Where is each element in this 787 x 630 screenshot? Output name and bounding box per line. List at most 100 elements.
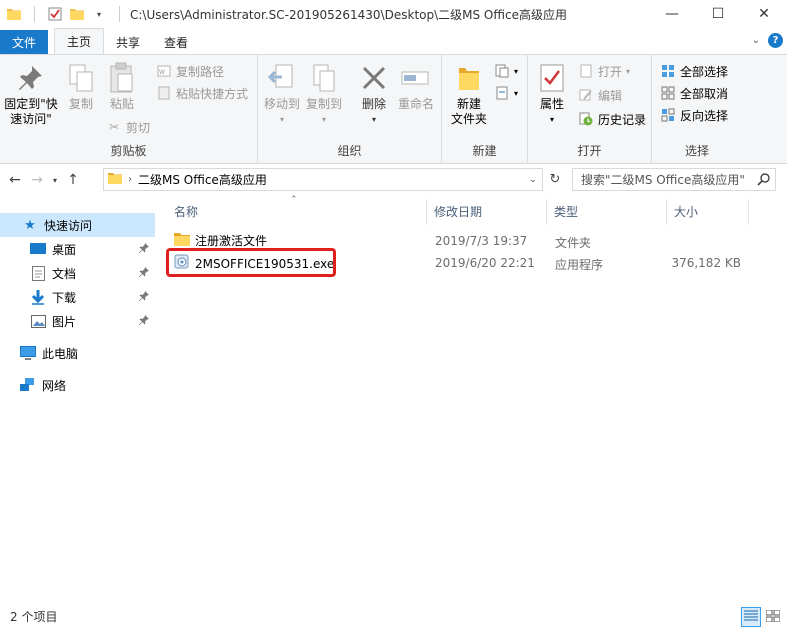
pin-icon	[15, 61, 47, 95]
invert-selection-icon	[660, 107, 676, 123]
paste-button[interactable]: 粘贴	[102, 61, 142, 112]
new-folder-icon[interactable]	[69, 6, 85, 22]
tab-home[interactable]: 主页	[54, 28, 105, 54]
large-icons-view-icon	[765, 609, 781, 625]
clipboard-group-label: 剪贴板	[110, 144, 147, 158]
scissors-icon: ✂	[108, 120, 120, 134]
column-divider[interactable]	[748, 199, 749, 225]
rename-icon	[400, 61, 432, 95]
open-button[interactable]: 打开 ▾	[578, 61, 630, 81]
highlight-annotation	[166, 248, 336, 277]
copy-path-icon: W	[156, 63, 172, 79]
large-icons-view-button[interactable]	[763, 607, 783, 627]
file-size: 376,182 KB	[671, 256, 741, 270]
folder-icon	[174, 232, 190, 249]
properties-button[interactable]: 属性 ▾	[532, 61, 572, 127]
pin-icon	[139, 314, 149, 328]
new-folder-icon	[453, 61, 485, 95]
select-none-icon	[660, 85, 676, 101]
quick-access-toolbar: ▾	[0, 6, 126, 22]
cut-button[interactable]: ✂ 剪切	[106, 117, 150, 137]
refresh-button[interactable]: ↻	[545, 168, 565, 191]
address-bar[interactable]: › 二级MS Office高级应用 ⌄	[103, 168, 543, 191]
copy-button[interactable]: 复制	[62, 61, 100, 112]
breadcrumb-current[interactable]: 二级MS Office高级应用	[138, 171, 267, 188]
pin-icon	[139, 266, 149, 280]
column-header-type[interactable]: 类型	[546, 195, 666, 227]
close-button[interactable]: ✕	[741, 0, 787, 28]
pin-quick-access-button[interactable]: 固定到"快 速访问"	[2, 61, 60, 127]
nav-downloads[interactable]: 下载	[0, 285, 155, 309]
pin-icon	[139, 290, 149, 304]
clipboard-group: 固定到"快 速访问" 复制 粘贴 W 复制路径 粘贴快捷方式 ✂ 剪切 剪贴板	[0, 55, 258, 163]
maximize-button[interactable]: ☐	[695, 0, 741, 28]
copy-path-button[interactable]: W 复制路径	[156, 61, 224, 81]
help-icon[interactable]: ?	[768, 33, 783, 48]
copy-icon	[65, 61, 97, 95]
select-all-icon	[660, 63, 676, 79]
computer-icon	[20, 345, 36, 361]
svg-text:W: W	[159, 69, 165, 76]
open-group-label: 打开	[577, 144, 602, 158]
paste-shortcut-button[interactable]: 粘贴快捷方式	[156, 83, 248, 103]
nav-desktop[interactable]: 桌面	[0, 237, 155, 261]
ribbon: 固定到"快 速访问" 复制 粘贴 W 复制路径 粘贴快捷方式 ✂ 剪切 剪贴板	[0, 54, 787, 164]
details-view-button[interactable]	[741, 607, 761, 627]
move-to-icon	[266, 61, 298, 95]
back-button[interactable]: ←	[4, 169, 26, 191]
delete-button[interactable]: 删除 ▾	[356, 61, 392, 127]
easy-access-icon	[494, 85, 510, 101]
tab-view[interactable]: 查看	[152, 30, 200, 54]
column-header-name[interactable]: 名称	[166, 195, 426, 227]
nav-pictures[interactable]: 图片	[0, 309, 155, 333]
nav-network[interactable]: 网络	[0, 373, 155, 397]
address-dropdown-icon[interactable]: ⌄	[524, 169, 542, 190]
properties-icon[interactable]	[47, 6, 63, 22]
minimize-button[interactable]: —	[649, 0, 695, 28]
history-button[interactable]: 历史记录	[578, 109, 646, 129]
select-none-button[interactable]: 全部取消	[660, 83, 728, 103]
recent-locations-button[interactable]: ▾	[48, 169, 62, 191]
navigation-pane: ★ 快速访问 桌面 文档 下载 图片 此电脑 网络	[0, 195, 155, 600]
arrow-up-icon: ↑	[67, 172, 79, 188]
arrow-right-icon: →	[31, 172, 43, 188]
divider	[34, 6, 35, 22]
tab-share[interactable]: 共享	[104, 30, 152, 54]
move-to-button[interactable]: 移动到 ▾	[262, 61, 302, 127]
tab-file[interactable]: 文件	[0, 30, 48, 54]
breadcrumb-separator-icon[interactable]: ›	[128, 174, 132, 185]
select-all-button[interactable]: 全部选择	[660, 61, 728, 81]
new-item-button[interactable]: ▾	[494, 61, 518, 81]
title-bar: ▾ C:\Users\Administrator.SC-201905261430…	[0, 0, 787, 28]
desktop-icon	[30, 241, 46, 257]
new-group: 新建 文件夹 ▾ ▾ 新建	[442, 55, 528, 163]
copy-to-button[interactable]: 复制到 ▾	[304, 61, 344, 127]
easy-access-button[interactable]: ▾	[494, 83, 518, 103]
nav-quick-access[interactable]: ★ 快速访问	[0, 213, 155, 237]
file-modified: 2019/7/3 19:37	[435, 234, 528, 248]
invert-selection-button[interactable]: 反向选择	[660, 105, 728, 125]
customize-dropdown-icon[interactable]: ▾	[91, 6, 107, 22]
up-button[interactable]: ↑	[62, 169, 84, 191]
forward-button[interactable]: →	[26, 169, 48, 191]
new-folder-button[interactable]: 新建 文件夹	[446, 61, 492, 127]
pin-icon	[139, 242, 149, 256]
expand-ribbon-icon[interactable]: ⌄	[752, 35, 760, 46]
edit-button[interactable]: 编辑	[578, 85, 622, 105]
search-input[interactable]: 搜索"二级MS Office高级应用"	[572, 168, 776, 191]
organize-group-label: 组织	[337, 144, 362, 158]
arrow-left-icon: ←	[9, 172, 21, 188]
column-header-modified[interactable]: 修改日期	[426, 195, 546, 227]
search-icon	[757, 172, 771, 189]
file-name[interactable]: 注册激活文件	[174, 232, 267, 249]
column-header-size[interactable]: 大小	[666, 195, 748, 227]
copy-to-icon	[308, 61, 340, 95]
select-group: 全部选择 全部取消 反向选择 选择	[652, 55, 742, 163]
select-group-label: 选择	[684, 144, 709, 158]
rename-button[interactable]: 重命名	[394, 61, 438, 112]
folder-icon	[108, 172, 122, 187]
edit-pencil-icon	[578, 87, 594, 103]
nav-this-pc[interactable]: 此电脑	[0, 341, 155, 365]
star-icon: ★	[24, 217, 36, 233]
nav-documents[interactable]: 文档	[0, 261, 155, 285]
